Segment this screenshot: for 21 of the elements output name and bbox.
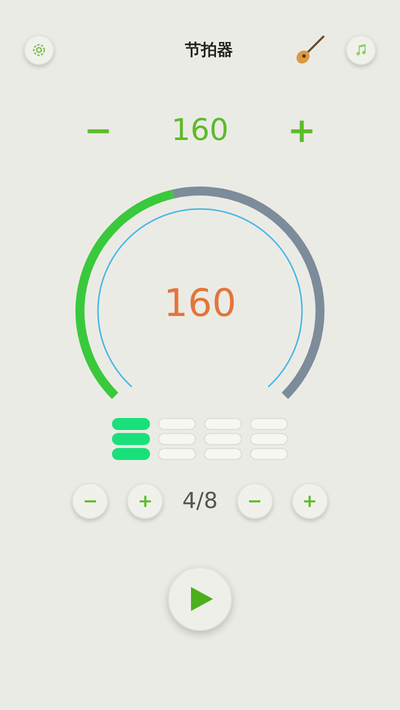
increase-tempo-button[interactable]: + bbox=[287, 114, 316, 148]
increase-beats-button[interactable]: + bbox=[127, 483, 164, 519]
time-signature: 4/8 bbox=[182, 488, 218, 516]
beat-column[interactable] bbox=[204, 418, 242, 460]
decrease-tempo-button[interactable]: − bbox=[84, 114, 112, 148]
decrease-beats-button[interactable]: − bbox=[72, 483, 108, 519]
tempo-value: 160 bbox=[171, 112, 229, 150]
play-button[interactable] bbox=[168, 567, 232, 631]
beat-column[interactable] bbox=[158, 418, 196, 460]
music-button[interactable] bbox=[346, 35, 376, 65]
play-icon bbox=[191, 587, 213, 611]
decrease-unit-button[interactable]: − bbox=[236, 483, 273, 519]
window-title: 节拍器 bbox=[185, 39, 233, 61]
settings-icon bbox=[32, 43, 46, 57]
guitar-icon[interactable] bbox=[294, 34, 326, 66]
music-note-icon bbox=[354, 43, 368, 57]
beat-column[interactable] bbox=[250, 418, 288, 460]
increase-unit-button[interactable]: + bbox=[292, 483, 328, 519]
gauge-value: 160 bbox=[164, 284, 236, 322]
beat-column[interactable] bbox=[112, 418, 150, 460]
settings-button[interactable] bbox=[24, 35, 54, 65]
